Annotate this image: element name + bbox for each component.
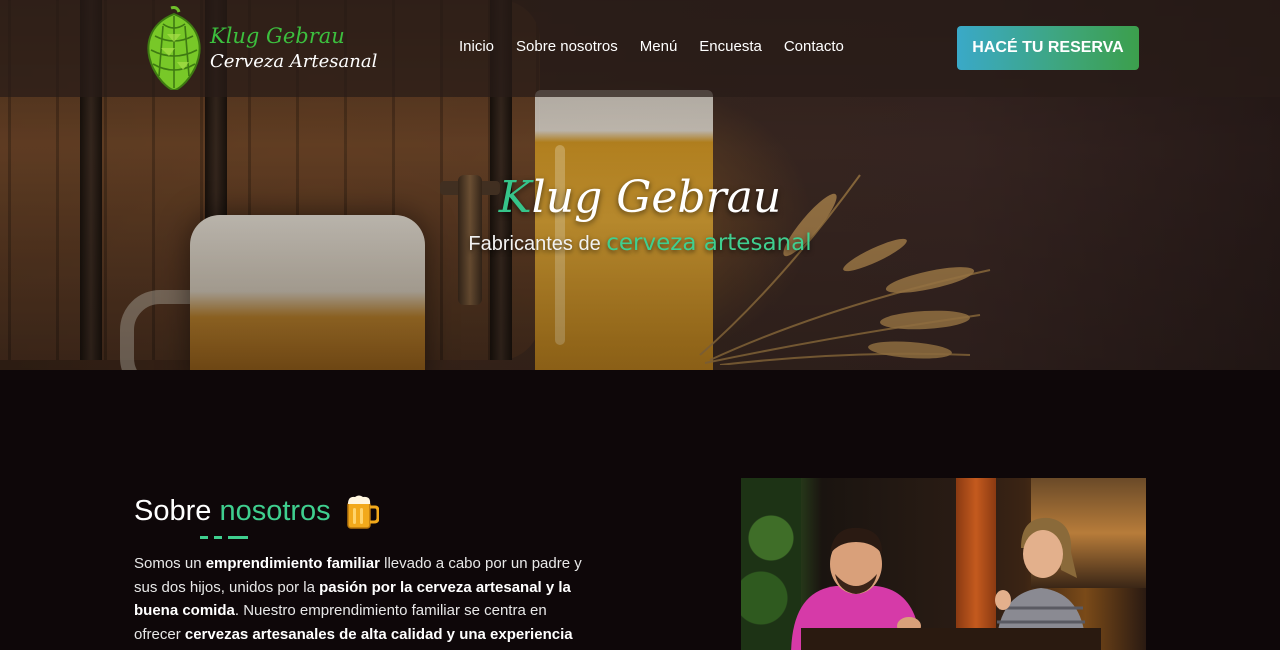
about-title-plain: Sobre [134,495,220,527]
hop-cone-icon [147,6,201,90]
hero-title: Klug Gebrau [0,168,1280,228]
main-nav: Inicio Sobre nosotros Menú Encuesta Cont… [459,37,844,57]
nav-item-inicio[interactable]: Inicio [459,37,494,57]
logo[interactable]: Klug Gebrau Cerveza Artesanal [143,6,383,92]
about-paragraph-bold: cervezas artesanales de alta calidad y u… [184,625,573,643]
title-underline [200,536,248,539]
nav-item-sobre-nosotros[interactable]: Sobre nosotros [516,37,618,57]
nav-item-contacto[interactable]: Contacto [784,37,844,57]
about-paragraph-text: Somos un [134,555,206,572]
logo-tagline: Cerveza Artesanal [210,51,378,72]
about-photo [741,478,1146,650]
about-paragraph-bold: emprendimiento familiar [205,555,380,572]
hero-subtitle-plain: Fabricantes de [468,233,607,255]
hero-subtitle: Fabricantes de cerveza artesanal [0,230,1280,256]
logo-name: Klug Gebrau [210,24,345,48]
hero-subtitle-accent: cerveza artesanal [606,230,812,256]
nav-item-menu[interactable]: Menú [640,37,678,57]
site-header: Klug Gebrau Cerveza Artesanal Inicio Sob… [0,0,1280,97]
hero-title-rest: lug Gebrau [531,172,782,223]
hero-title-initial: K [498,172,532,223]
about-paragraph: Somos un emprendimiento familiar llevado… [134,552,584,646]
beer-mug-icon [347,495,379,529]
nav-item-encuesta[interactable]: Encuesta [699,37,762,57]
about-title-accent: nosotros [219,495,331,527]
reserve-button[interactable]: HACÉ TU RESERVA [957,26,1139,70]
about-title: Sobre nosotros [134,495,331,528]
